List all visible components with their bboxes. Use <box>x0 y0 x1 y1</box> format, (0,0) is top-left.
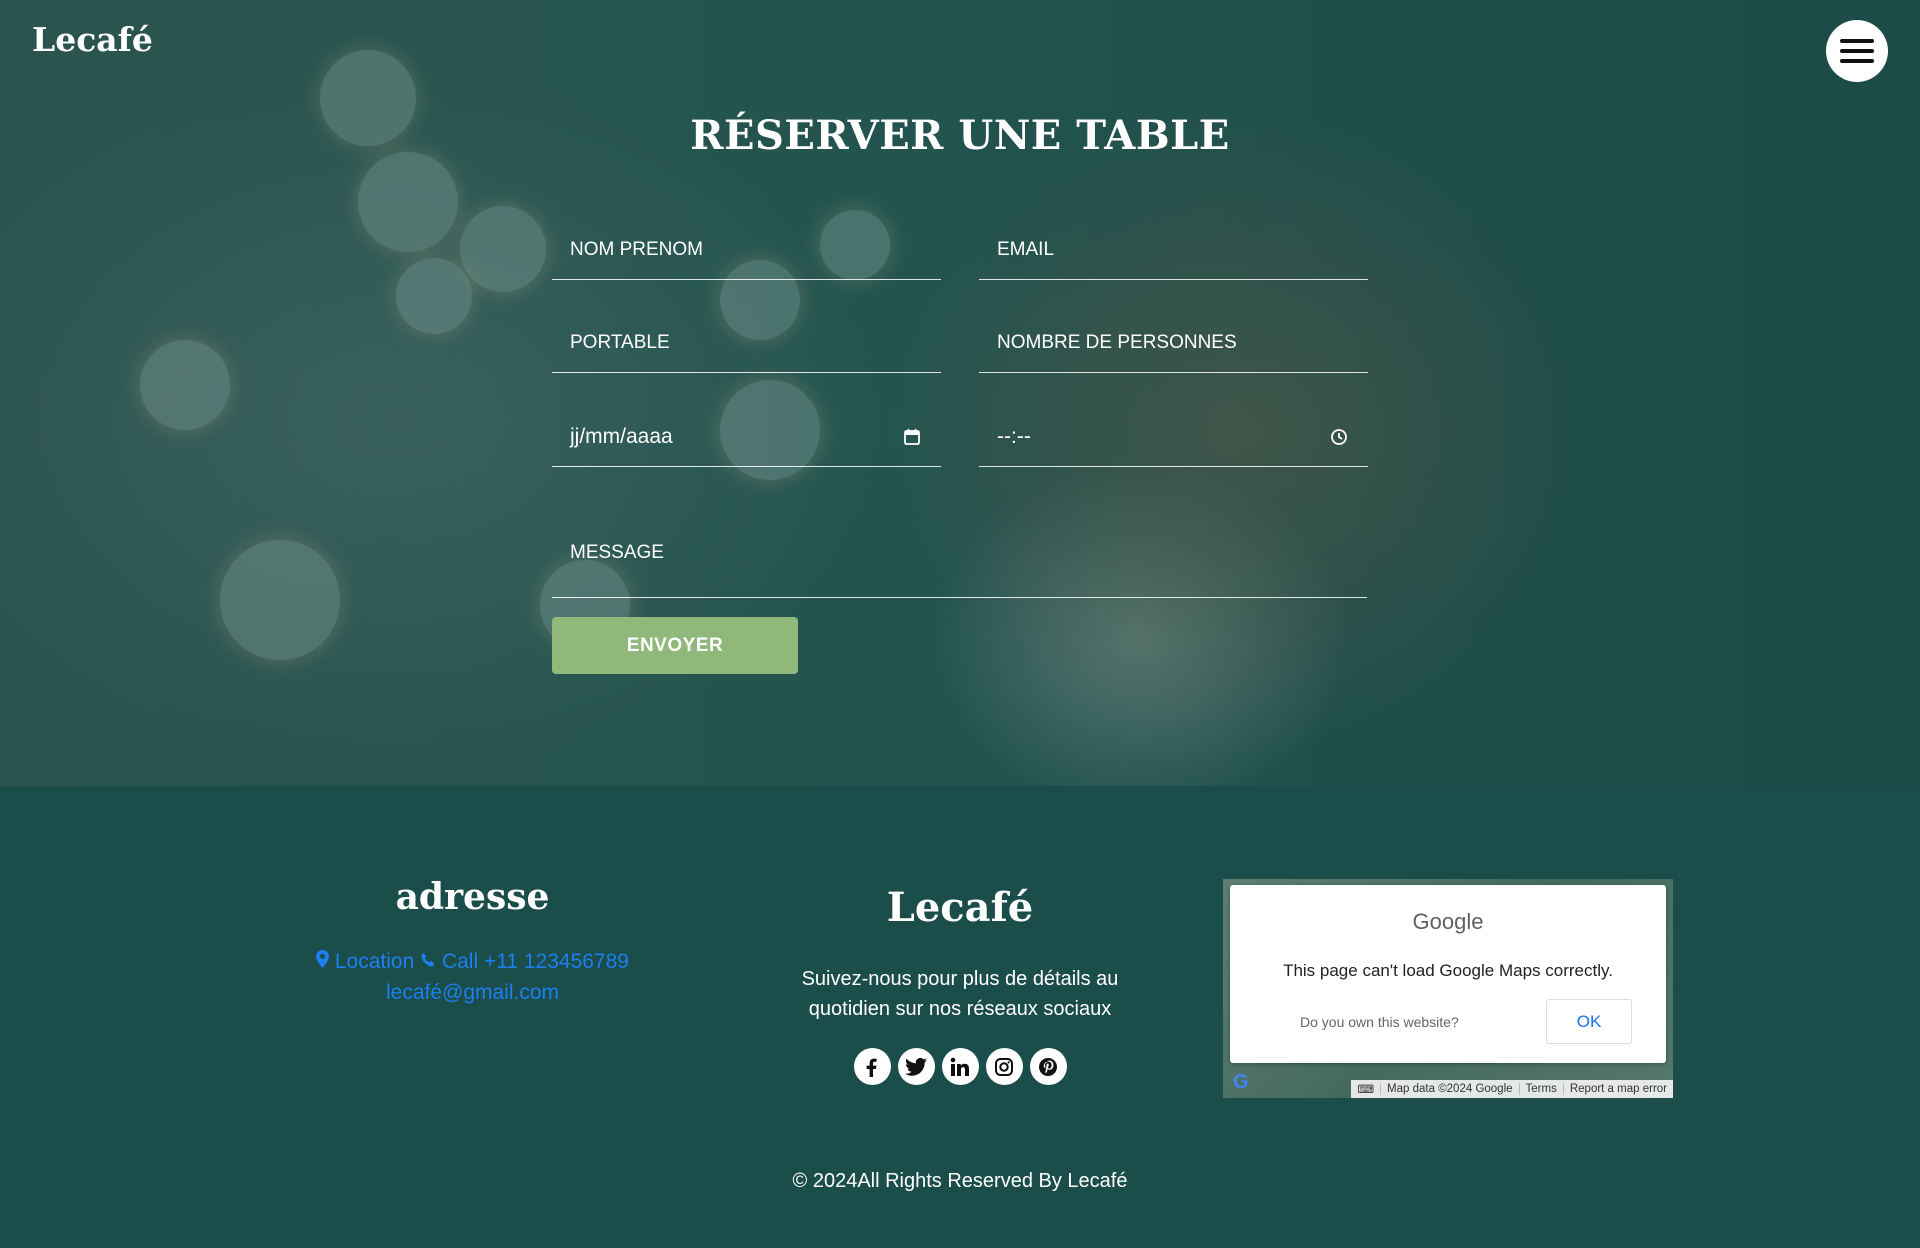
phone-input[interactable]: PORTABLE <box>552 313 941 373</box>
clock-icon[interactable] <box>1328 426 1350 448</box>
time-placeholder: --:-- <box>997 424 1031 448</box>
guests-placeholder: NOMBRE DE PERSONNES <box>997 331 1237 353</box>
report-error-link[interactable]: Report a map error <box>1562 1083 1673 1095</box>
map-error-dialog: Google This page can't load Google Maps … <box>1230 885 1666 1063</box>
pinterest-icon[interactable] <box>1029 1048 1067 1085</box>
guests-input[interactable]: NOMBRE DE PERSONNES <box>979 313 1368 373</box>
twitter-icon[interactable] <box>897 1048 935 1085</box>
copyright: © 2024All Rights Reserved By Lecafé <box>792 1170 1128 1192</box>
own-website-link[interactable]: Do you own this website? <box>1300 1014 1459 1030</box>
map-pin-icon <box>316 950 330 968</box>
facebook-icon[interactable] <box>853 1048 891 1085</box>
footer-brand: Lecafé <box>886 884 1034 931</box>
address-info: Location Call +11 123456789 lecafé@gmail… <box>250 946 695 1008</box>
hamburger-icon <box>1840 39 1874 43</box>
call-link[interactable]: Call +11 123456789 <box>420 950 629 973</box>
date-input[interactable]: jj/mm/aaaa <box>552 407 941 467</box>
name-input[interactable]: NOM PRENOM <box>552 220 941 280</box>
call-label: Call +11 123456789 <box>441 950 629 973</box>
address-title: adresse <box>395 876 550 918</box>
submit-button[interactable]: ENVOYER <box>552 617 798 674</box>
keyboard-icon[interactable]: ⌨ <box>1351 1082 1380 1096</box>
terms-link[interactable]: Terms <box>1518 1083 1563 1095</box>
time-input[interactable]: --:-- <box>979 407 1368 467</box>
map-data-label: Map data ©2024 Google <box>1380 1083 1518 1095</box>
location-label: Location <box>334 950 415 973</box>
site-logo[interactable]: Lecafé <box>32 20 153 59</box>
reservation-title: RÉSERVER UNE TABLE <box>690 112 1230 159</box>
email-link[interactable]: lecafé@gmail.com <box>250 977 695 1008</box>
message-textarea[interactable]: MESSAGE <box>552 508 1367 598</box>
hamburger-icon <box>1840 59 1874 63</box>
google-watermark: G <box>1233 1071 1249 1093</box>
location-link[interactable]: Location <box>316 950 420 973</box>
google-map-embed[interactable]: Google This page can't load Google Maps … <box>1223 879 1673 1098</box>
phone-placeholder: PORTABLE <box>570 331 670 353</box>
google-logo: Google <box>1412 909 1484 934</box>
email-placeholder: EMAIL <box>997 238 1055 260</box>
hamburger-icon <box>1840 49 1874 53</box>
social-links <box>850 1048 1070 1085</box>
menu-button[interactable] <box>1826 20 1888 82</box>
email-input[interactable]: EMAIL <box>979 220 1368 280</box>
name-placeholder: NOM PRENOM <box>570 238 703 260</box>
map-attribution-bar: ⌨ Map data ©2024 Google Terms Report a m… <box>1351 1080 1673 1098</box>
footer-follow-text: Suivez-nous pour plus de détails au quot… <box>801 968 1119 1020</box>
date-placeholder: jj/mm/aaaa <box>570 424 673 448</box>
calendar-icon[interactable] <box>901 426 923 448</box>
instagram-icon[interactable] <box>985 1048 1023 1085</box>
linkedin-icon[interactable] <box>941 1048 979 1085</box>
phone-icon <box>421 953 435 967</box>
ok-button[interactable]: OK <box>1546 999 1632 1044</box>
message-placeholder: MESSAGE <box>570 541 664 563</box>
map-error-message: This page can't load Google Maps correct… <box>1283 961 1613 980</box>
